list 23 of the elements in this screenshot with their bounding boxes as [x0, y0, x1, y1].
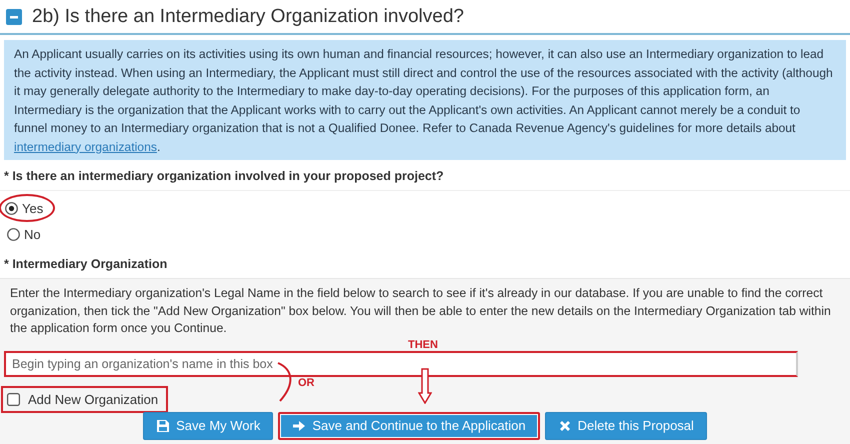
intermediary-link[interactable]: intermediary organizations	[14, 140, 157, 154]
action-button[interactable]: Save My Work	[143, 412, 274, 440]
collapse-icon[interactable]	[6, 8, 22, 24]
radio-icon	[5, 202, 18, 214]
add-new-checkbox[interactable]: Add New Organization	[1, 386, 168, 412]
organization-search-field[interactable]: Begin typing an organization's name in this box	[4, 350, 798, 376]
close-icon	[558, 418, 572, 432]
help-text: Enter the Intermediary organization's Legal Name in the field below to search to see if it's already in our database. If you are unable to find the correct organization, then tick the "Add New Organization" box below. You will then be able to enter the new details on the Intermediary Organization tab within the application form once you Continue.	[9, 285, 832, 337]
question-label: * Is there an intermediary organization involved in your proposed project?	[0, 160, 850, 191]
annotation-text: THEN	[408, 338, 438, 350]
radio-icon	[7, 228, 20, 240]
field-label: * Intermediary Organization	[3, 256, 168, 273]
arrow-icon	[292, 418, 306, 432]
annotation-text: OR	[298, 377, 314, 389]
down-arrow-annotation	[418, 368, 432, 404]
info-paragraph: An Applicant usually carries on its activities using its own human and financial resources; however, it can also use an Intermediary organization to lead the activity instead. When using an Intermediary, the Applicant must still direct and control the use of the resources associated with the activity (although it may generally delegate authority to the Intermediary to make day-to-day operating decisions). For the purposes of this application form, an Intermediary is the organization that the Applicant works with to carry out the Applicant's own activities. An Applicant cannot merely be a conduit to funnel money to an Intermediary organization that is not a Qualified Donee. Refer to Canada Revenue Agency's guidelines for more details about intermediary organizations.	[4, 40, 846, 160]
section-title: 2b) Is there an Intermediary Organization involved?	[32, 6, 464, 28]
checkbox-icon	[7, 392, 20, 406]
action-button[interactable]: Save and Continue to the Application	[278, 412, 540, 440]
action-button[interactable]: Delete this Proposal	[544, 412, 707, 440]
save-icon	[156, 418, 170, 432]
radio-option[interactable]: No	[3, 222, 51, 246]
radio-option[interactable]: Yes	[0, 194, 56, 222]
